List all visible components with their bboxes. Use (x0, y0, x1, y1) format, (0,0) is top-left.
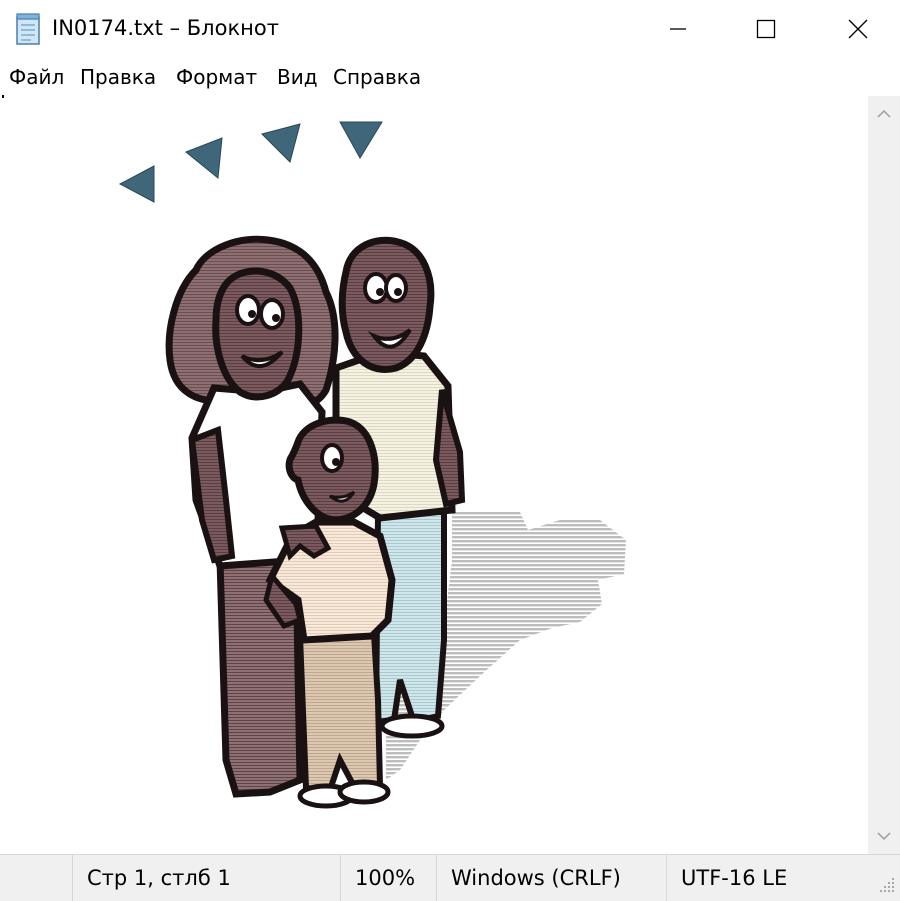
menu-view[interactable]: Вид (277, 65, 318, 89)
menu-bar: Файл Правка Формат Вид Справка (0, 58, 900, 97)
close-button[interactable] (816, 0, 900, 58)
scroll-up-button[interactable] (868, 98, 900, 130)
chevron-up-icon (877, 109, 891, 118)
status-encoding-text: UTF-16 LE (681, 866, 788, 890)
close-icon (848, 19, 868, 39)
minimize-icon (670, 28, 686, 30)
family-ascii-art (118, 121, 626, 809)
notepad-icon (16, 13, 40, 45)
vertical-scrollbar[interactable] (868, 96, 900, 854)
window-title: IN0174.txt – Блокнот (52, 16, 279, 40)
status-encoding: UTF-16 LE (666, 855, 900, 901)
arrow-icons (118, 121, 383, 203)
status-zoom: 100% (340, 855, 437, 901)
minimize-button[interactable] (636, 0, 720, 58)
status-cursor-position-text: Стр 1, стлб 1 (87, 866, 231, 890)
maximize-button[interactable] (724, 0, 808, 58)
menu-file[interactable]: Файл (9, 65, 64, 89)
status-zoom-text: 100% (355, 866, 416, 890)
menu-format[interactable]: Формат (176, 65, 257, 89)
menu-help[interactable]: Справка (333, 65, 421, 89)
status-cursor-position: Стр 1, стлб 1 (72, 855, 341, 901)
maximize-icon (756, 19, 776, 39)
text-caret (2, 95, 4, 98)
status-bar: Стр 1, стлб 1 100% Windows (CRLF) UTF-16… (0, 854, 900, 901)
status-line-endings: Windows (CRLF) (436, 855, 667, 901)
scroll-down-button[interactable] (868, 820, 900, 852)
chevron-down-icon (877, 832, 891, 841)
title-bar[interactable]: IN0174.txt – Блокнот (0, 0, 900, 58)
resize-grip-icon[interactable] (878, 876, 896, 894)
menu-edit[interactable]: Правка (80, 65, 156, 89)
text-editor[interactable] (0, 96, 868, 854)
status-line-endings-text: Windows (CRLF) (451, 866, 621, 890)
